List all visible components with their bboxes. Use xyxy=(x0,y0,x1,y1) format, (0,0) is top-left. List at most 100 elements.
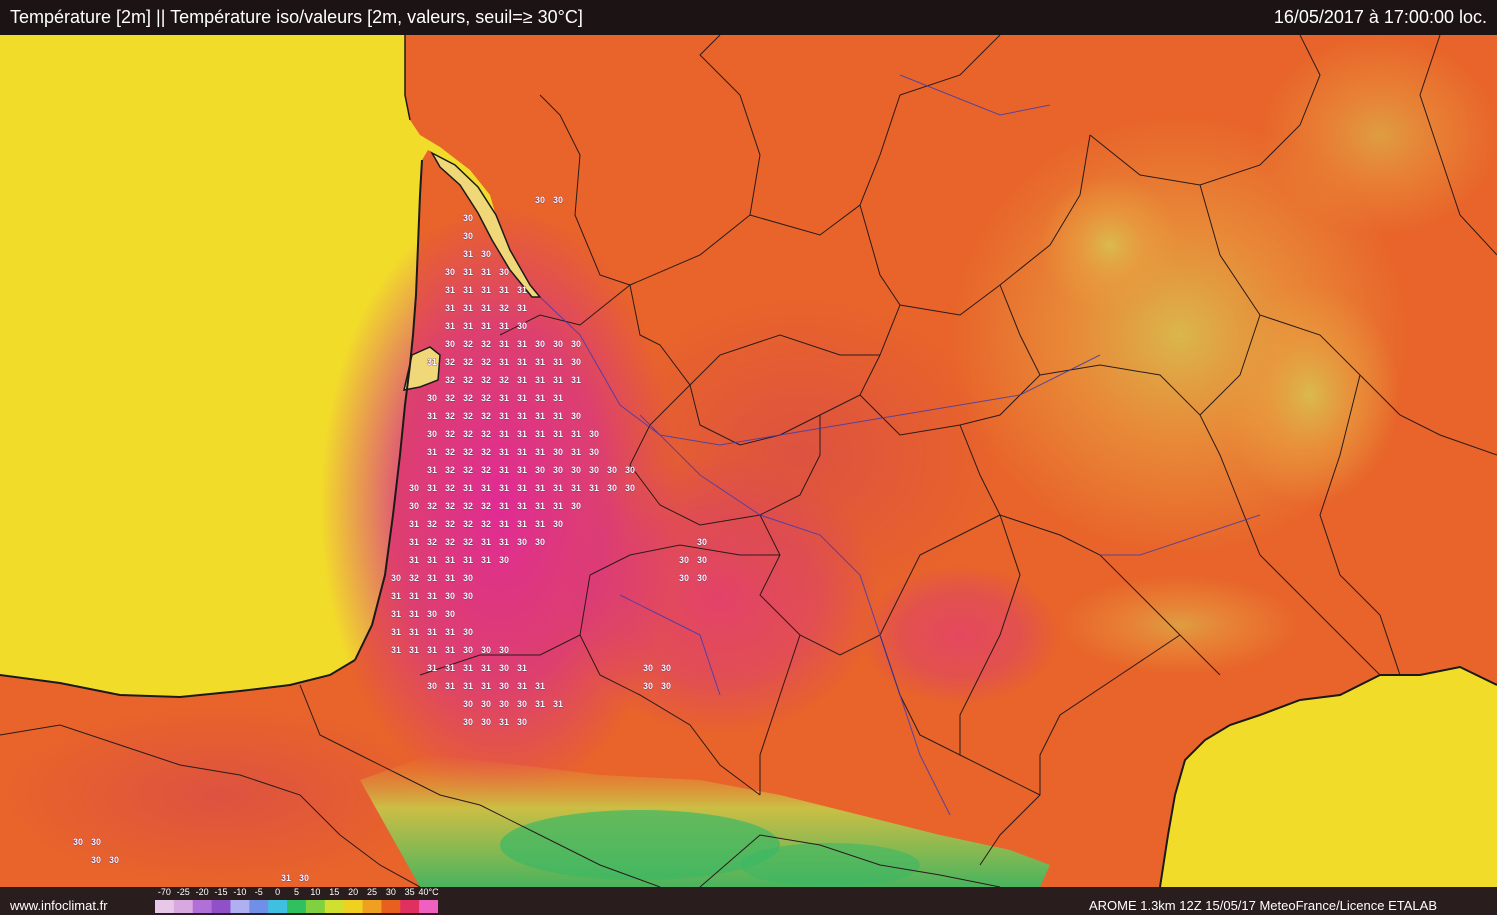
iso-value-label: 32 xyxy=(481,465,491,475)
iso-value-label: 31 xyxy=(517,285,527,295)
iso-value-label: 30 xyxy=(517,699,527,709)
iso-value-label: 30 xyxy=(409,501,419,511)
iso-value-label: 31 xyxy=(553,357,563,367)
iso-value-label: 30 xyxy=(481,249,491,259)
scale-swatch xyxy=(362,900,382,913)
iso-value-label: 30 xyxy=(481,645,491,655)
iso-value-label: 30 xyxy=(499,645,509,655)
iso-value-label: 32 xyxy=(481,375,491,385)
iso-value-label: 32 xyxy=(499,375,509,385)
iso-value-label: 31 xyxy=(589,483,599,493)
iso-value-label: 31 xyxy=(517,339,527,349)
iso-value-label: 31 xyxy=(427,483,437,493)
scale-label: 0 xyxy=(275,887,281,897)
iso-value-label: 30 xyxy=(463,699,473,709)
iso-value-label: 32 xyxy=(445,501,455,511)
iso-value-label: 30 xyxy=(625,465,635,475)
scale-swatch xyxy=(173,900,194,913)
iso-value-label: 31 xyxy=(499,321,509,331)
scale-swatch xyxy=(419,900,438,913)
iso-value-label: 30 xyxy=(73,837,83,847)
iso-value-label: 31 xyxy=(481,681,491,691)
iso-value-label: 32 xyxy=(463,411,473,421)
iso-value-label: 32 xyxy=(427,519,437,529)
scale-label: -25 xyxy=(176,887,190,897)
iso-value-label: 31 xyxy=(427,447,437,457)
iso-value-label: 30 xyxy=(643,663,653,673)
iso-value-label: 31 xyxy=(391,591,401,601)
map-header: Température [2m] || Température iso/vale… xyxy=(0,0,1497,35)
iso-value-label: 30 xyxy=(427,429,437,439)
iso-value-label: 31 xyxy=(409,519,419,529)
iso-value-label: 31 xyxy=(481,285,491,295)
scale-ticks: -70 -25 -20 -15 -10 -5 0 5 10 15 20 25 30 35 40°C xyxy=(150,887,440,899)
iso-value-label: 31 xyxy=(481,555,491,565)
iso-value-label: 30 xyxy=(589,429,599,439)
iso-value-label: 31 xyxy=(445,645,455,655)
iso-value-label: 31 xyxy=(481,537,491,547)
iso-value-label: 31 xyxy=(445,663,455,673)
iso-value-label: 32 xyxy=(445,411,455,421)
iso-value-label: 31 xyxy=(553,375,563,385)
temperature-map[interactable]: 30 30 30 30 31 30 30 31 31 30 31 31 31 31 31 31 31 31 32 31… xyxy=(0,35,1497,887)
iso-value-label: 30 xyxy=(535,465,545,475)
iso-value-label: 30 xyxy=(499,663,509,673)
iso-value-label: 32 xyxy=(445,465,455,475)
iso-value-label: 31 xyxy=(517,663,527,673)
iso-value-label: 32 xyxy=(445,519,455,529)
scale-swatch xyxy=(381,900,401,913)
iso-value-label: 31 xyxy=(553,501,563,511)
iso-value-label: 30 xyxy=(91,855,101,865)
iso-value-label: 30 xyxy=(553,447,563,457)
iso-value-label: 32 xyxy=(481,393,491,403)
iso-value-label: 32 xyxy=(463,447,473,457)
iso-value-label: 30 xyxy=(109,855,119,865)
iso-value-label: 31 xyxy=(535,501,545,511)
iso-value-label: 32 xyxy=(463,465,473,475)
iso-value-label: 30 xyxy=(535,537,545,547)
iso-value-label: 31 xyxy=(409,609,419,619)
site-link[interactable]: www.infoclimat.fr xyxy=(10,898,108,913)
iso-value-label: 31 xyxy=(571,375,581,385)
iso-value-label: 32 xyxy=(445,483,455,493)
scale-swatch xyxy=(324,900,345,913)
iso-value-label: 31 xyxy=(391,645,401,655)
iso-value-label: 30 xyxy=(463,591,473,601)
iso-value-label: 31 xyxy=(409,555,419,565)
iso-value-label: 30 xyxy=(553,195,563,205)
iso-value-label: 30 xyxy=(391,573,401,583)
iso-value-label: 30 xyxy=(517,537,527,547)
scale-label: 10 xyxy=(310,887,321,897)
iso-value-label: 31 xyxy=(517,501,527,511)
iso-value-label: 31 xyxy=(517,447,527,457)
iso-value-label: 31 xyxy=(571,483,581,493)
iso-value-label: 31 xyxy=(409,537,419,547)
iso-value-label: 30 xyxy=(625,483,635,493)
highland-lozere xyxy=(1220,285,1400,505)
highland-north-east xyxy=(1260,35,1497,235)
iso-value-label: 32 xyxy=(463,339,473,349)
iso-value-label: 31 xyxy=(481,663,491,673)
iso-value-label: 31 xyxy=(553,429,563,439)
iso-value-label: 30 xyxy=(697,573,707,583)
iso-value-label: 32 xyxy=(409,573,419,583)
iso-value-label: 31 xyxy=(571,447,581,457)
iso-value-label: 32 xyxy=(445,429,455,439)
iso-value-label: 31 xyxy=(463,555,473,565)
iso-value-label: 30 xyxy=(517,321,527,331)
scale-swatch xyxy=(268,900,288,913)
iso-value-label: 32 xyxy=(481,447,491,457)
iso-value-label: 31 xyxy=(391,627,401,637)
scale-label: -70 xyxy=(157,887,171,897)
iso-value-label: 30 xyxy=(463,645,473,655)
iso-value-label: 30 xyxy=(661,663,671,673)
iso-value-label: 31 xyxy=(427,411,437,421)
scale-label: 15 xyxy=(329,887,340,897)
iso-value-label: 31 xyxy=(445,285,455,295)
iso-value-label: 31 xyxy=(535,681,545,691)
iso-value-label: 31 xyxy=(445,555,455,565)
iso-value-label: 31 xyxy=(391,609,401,619)
iso-value-label: 31 xyxy=(481,483,491,493)
iso-value-label: 30 xyxy=(679,555,689,565)
iso-value-label: 31 xyxy=(517,681,527,691)
